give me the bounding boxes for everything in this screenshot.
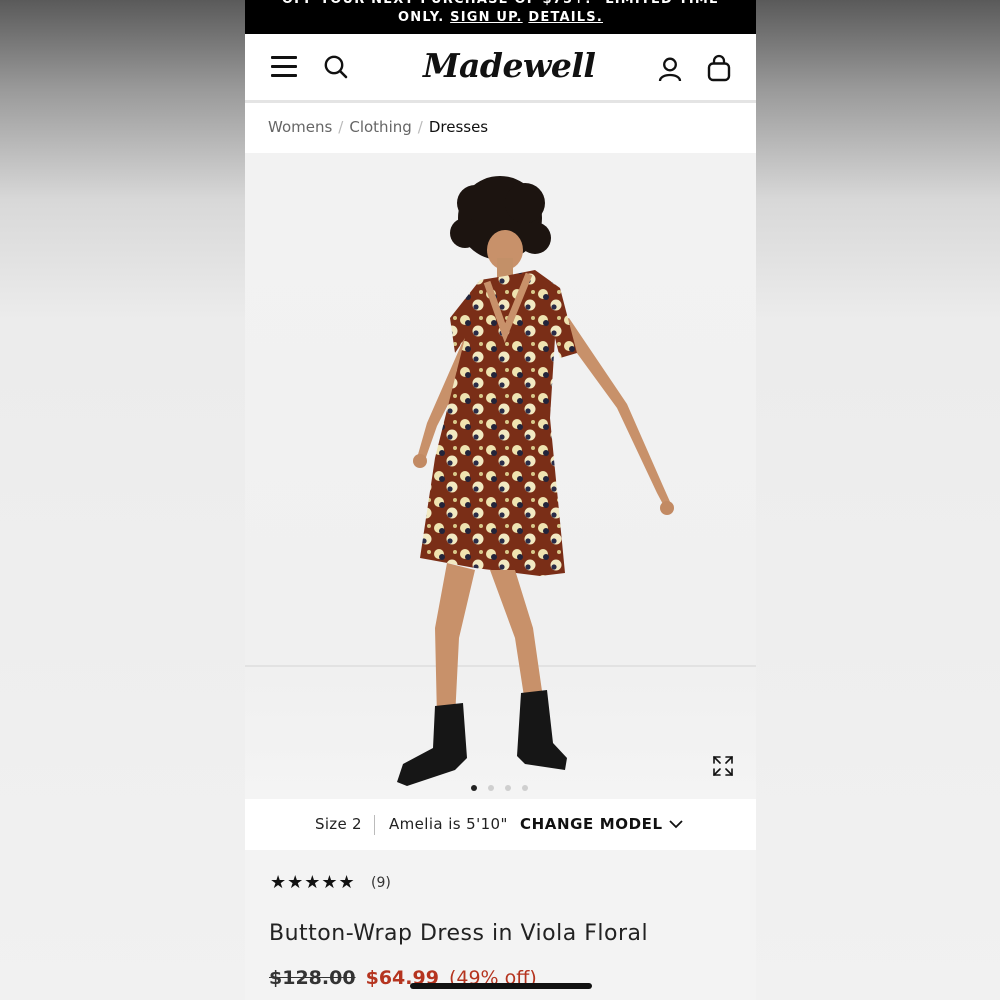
promo-line-2-prefix: ONLY. <box>398 10 445 25</box>
site-header: Madewell <box>245 34 756 103</box>
rating-stars[interactable]: ★★★★★ <box>270 872 356 893</box>
product-details: ★★★★★ (9) Button-Wrap Dress in Viola Flo… <box>245 850 756 1000</box>
product-photo-model <box>397 176 674 786</box>
breadcrumb-separator: / <box>338 118 344 136</box>
madewell-logo[interactable]: Madewell <box>423 44 596 88</box>
carousel-dot[interactable] <box>522 785 528 791</box>
review-count[interactable]: (9) <box>371 875 391 891</box>
details-link[interactable]: DETAILS. <box>528 10 603 25</box>
home-indicator[interactable] <box>410 983 592 989</box>
breadcrumb-separator: / <box>417 118 423 136</box>
account-icon[interactable] <box>657 56 683 82</box>
model-info-bar: Size 2 Amelia is 5'10" CHANGE MODEL <box>245 799 756 850</box>
phone-screen: OFF YOUR NEXT PURCHASE OF $75+.* LIMITED… <box>245 0 756 1000</box>
expand-icon[interactable] <box>711 754 735 778</box>
breadcrumb-clothing[interactable]: Clothing <box>349 118 411 136</box>
change-model-button[interactable]: CHANGE MODEL <box>520 799 663 850</box>
menu-icon[interactable] <box>271 56 297 78</box>
model-height: Amelia is 5'10" <box>389 815 508 833</box>
carousel-dot[interactable] <box>488 785 494 791</box>
breadcrumb-dresses[interactable]: Dresses <box>429 118 488 136</box>
original-price: $128.00 <box>269 967 356 989</box>
carousel-dot[interactable] <box>505 785 511 791</box>
promo-banner: OFF YOUR NEXT PURCHASE OF $75+.* LIMITED… <box>245 0 756 34</box>
product-image-gallery[interactable] <box>245 153 756 799</box>
product-title: Button-Wrap Dress in Viola Floral <box>269 921 649 946</box>
carousel-dot[interactable] <box>471 785 477 791</box>
model-size: Size 2 <box>315 815 362 833</box>
chevron-down-icon[interactable] <box>668 817 684 831</box>
sign-up-link[interactable]: SIGN UP. <box>450 10 523 25</box>
search-icon[interactable] <box>323 54 349 80</box>
breadcrumb-womens[interactable]: Womens <box>268 118 332 136</box>
shopping-bag-icon[interactable] <box>706 54 732 82</box>
promo-line-1: OFF YOUR NEXT PURCHASE OF $75+.* LIMITED… <box>245 0 756 8</box>
breadcrumb: Womens / Clothing / Dresses <box>245 103 756 153</box>
image-carousel-dots <box>471 776 539 791</box>
promo-line-2: ONLY. SIGN UP. DETAILS. <box>245 10 756 26</box>
model-info-divider <box>374 815 375 835</box>
